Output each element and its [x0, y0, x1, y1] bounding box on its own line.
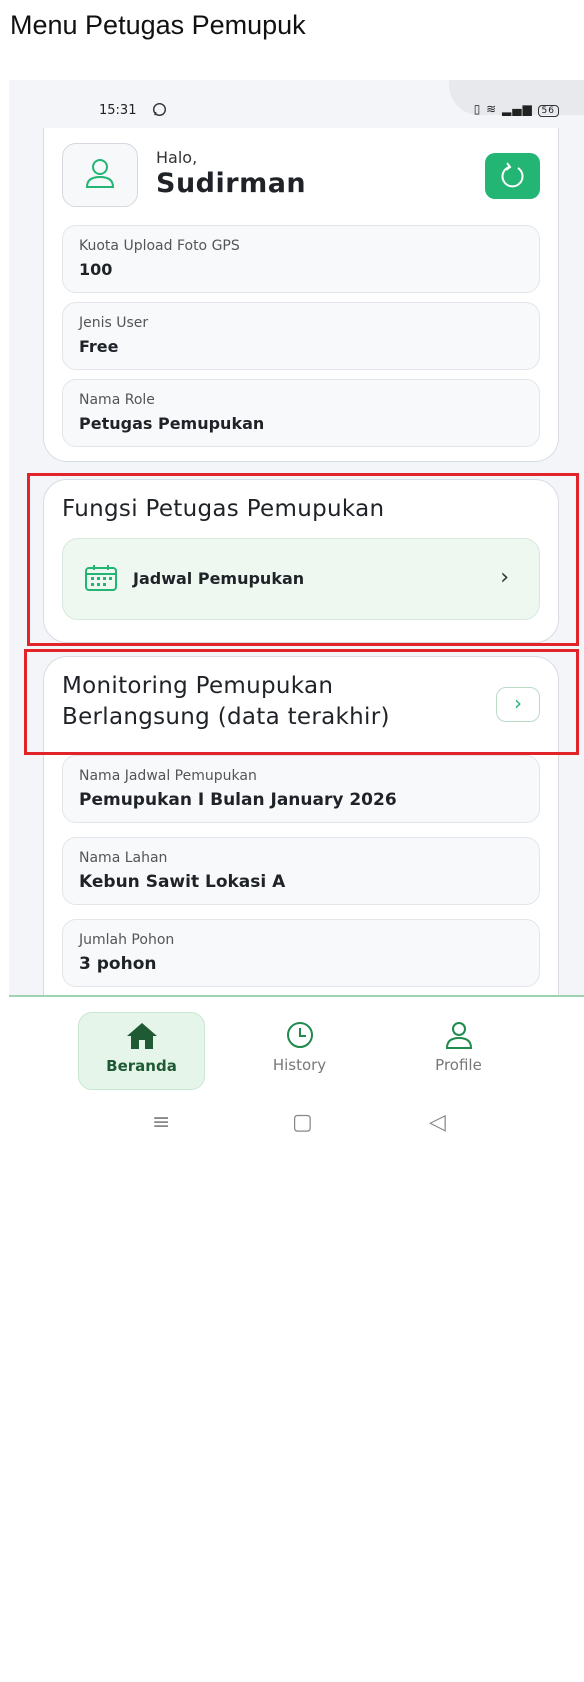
field-label: Jenis User — [79, 315, 149, 331]
field-label: Nama Jadwal Pemupukan — [79, 768, 257, 784]
nav-history[interactable]: History — [237, 1012, 362, 1088]
back-icon[interactable]: ◁ — [429, 1110, 446, 1135]
field-value: 3 pohon — [79, 954, 157, 974]
avatar — [62, 143, 138, 207]
nav-profile-label: Profile — [435, 1056, 482, 1074]
field-label: Jumlah Pohon — [79, 932, 175, 948]
field-nama-role: Nama Role Petugas Pemupukan — [62, 379, 540, 447]
battery-icon: 56 — [537, 105, 559, 117]
home-square-icon[interactable]: ▢ — [292, 1110, 313, 1135]
status-icons: ▯ ≋ ▂▄▆ 56 — [474, 102, 559, 117]
field-value: Kebun Sawit Lokasi A — [79, 872, 286, 892]
refresh-button[interactable] — [485, 153, 540, 199]
user-icon — [396, 1020, 521, 1056]
menu-icon[interactable]: ≡ — [152, 1110, 170, 1135]
highlight-box-monitoring — [24, 649, 579, 755]
home-icon — [79, 1021, 204, 1057]
system-navigation: ≡ ▢ ◁ — [9, 1100, 584, 1195]
field-label: Kuota Upload Foto GPS — [79, 238, 240, 254]
field-value: Petugas Pemupukan — [79, 414, 265, 433]
nav-beranda-label: Beranda — [106, 1057, 177, 1075]
field-kuota: Kuota Upload Foto GPS 100 — [62, 225, 540, 293]
nav-beranda[interactable]: Beranda — [78, 1012, 205, 1090]
field-jumlah-pohon: Jumlah Pohon 3 pohon — [62, 919, 540, 987]
highlight-box-fungsi — [27, 473, 579, 646]
refresh-icon — [501, 162, 524, 188]
field-value: Free — [79, 337, 119, 356]
nav-history-label: History — [272, 1056, 327, 1074]
field-label: Nama Lahan — [79, 850, 168, 866]
signal-icon: ▂▄▆ — [502, 102, 533, 116]
user-name: Sudirman — [156, 168, 307, 199]
vibrate-icon: ▯ — [473, 102, 482, 116]
status-time: 15:31 — [99, 103, 137, 118]
bottom-navigation: Beranda History Profile — [9, 995, 584, 1102]
clock-icon — [237, 1020, 362, 1056]
field-nama-jadwal: Nama Jadwal Pemupukan Pemupukan I Bulan … — [62, 755, 540, 823]
greeting-text: Halo, — [156, 148, 198, 167]
whatsapp-icon — [152, 102, 167, 121]
field-value: 100 — [79, 260, 113, 279]
nav-profile[interactable]: Profile — [396, 1012, 521, 1088]
field-jenis-user: Jenis User Free — [62, 302, 540, 370]
document-title: Menu Petugas Pemupuk — [10, 10, 306, 40]
wifi-icon: ≋ — [486, 102, 498, 116]
profile-card: Halo, Sudirman Kuota Upload Foto GPS 100… — [43, 128, 559, 462]
field-nama-lahan: Nama Lahan Kebun Sawit Lokasi A — [62, 837, 540, 905]
status-bar: 15:31 ▯ ≋ ▂▄▆ 56 — [9, 100, 584, 122]
field-value: Pemupukan I Bulan January 2026 — [79, 790, 397, 810]
field-label: Nama Role — [79, 392, 155, 408]
user-icon — [85, 159, 115, 188]
